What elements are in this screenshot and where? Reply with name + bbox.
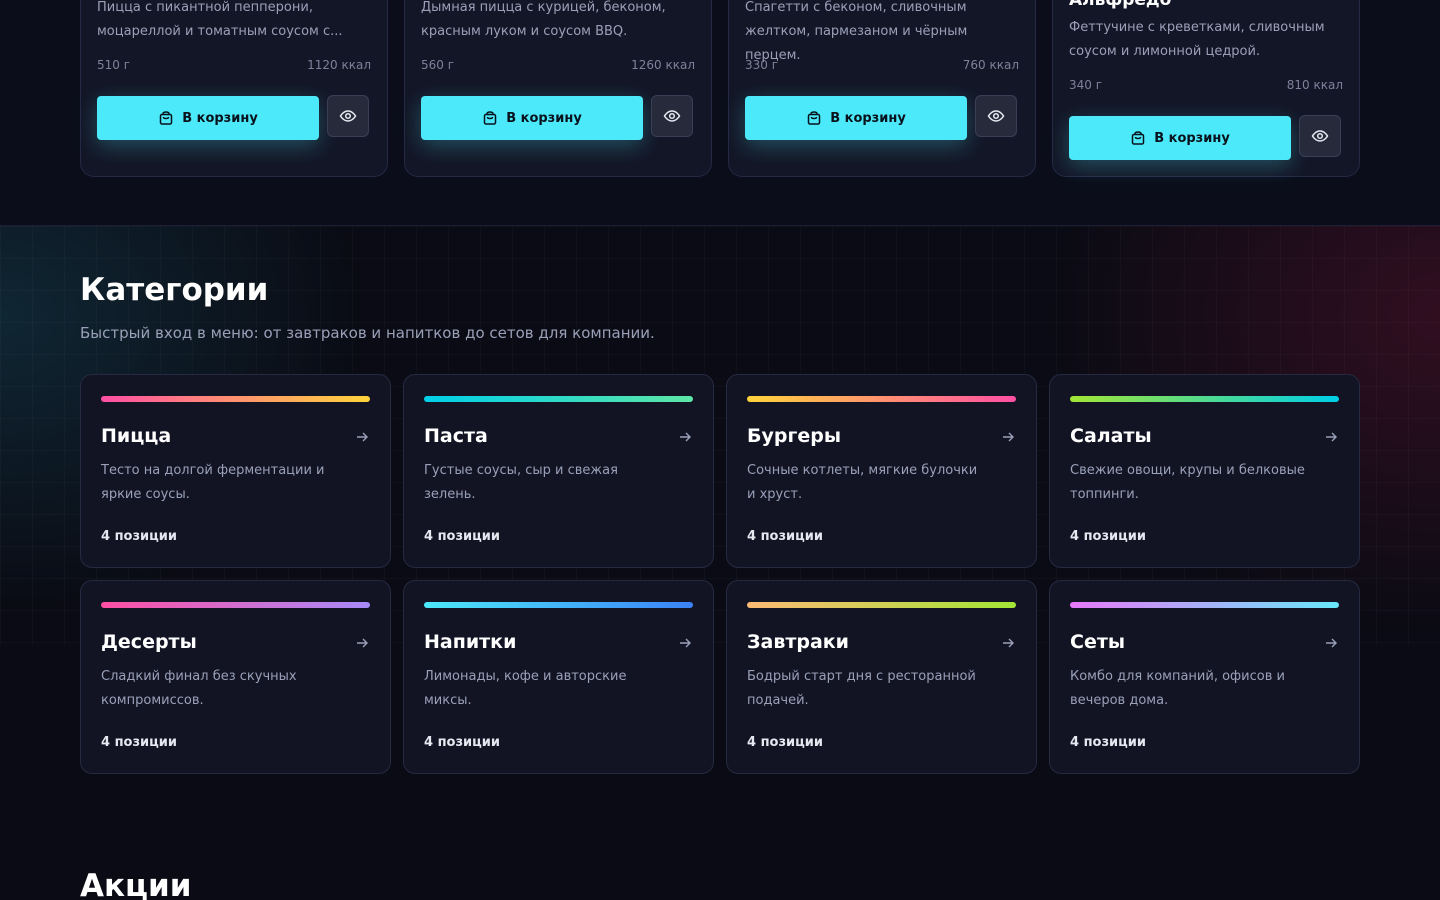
category-name: Бургеры	[747, 425, 842, 447]
product-weight: 510 г	[97, 58, 131, 72]
category-count: 4 позиции	[747, 529, 824, 544]
category-accent-bar	[747, 602, 1016, 608]
arrow-right-icon	[680, 432, 691, 442]
category-description: Густые соусы, сыр и свежая зелень.	[424, 463, 618, 502]
product-description: Дымная пицца с курицей, беконом, красным…	[421, 0, 666, 39]
product-card: Спагетти с беконом, сливочным желтком, п…	[728, 0, 1036, 177]
category-name: Десерты	[101, 631, 197, 653]
add-to-cart-button[interactable]: В корзину	[97, 96, 319, 140]
category-card-pizza[interactable]: Пицца Тесто на долгой ферментации и ярки…	[80, 374, 391, 568]
category-description: Комбо для компаний, офисов и вечеров дом…	[1070, 669, 1285, 708]
product-description: Пицца с пикантной пепперони, моцареллой …	[97, 0, 343, 39]
shopping-bag-icon	[1131, 131, 1145, 145]
category-description: Лимонады, кофе и авторские миксы.	[424, 669, 627, 708]
products-section: Пицца с пикантной пепперони, моцареллой …	[0, 0, 1440, 226]
category-name: Напитки	[424, 631, 517, 653]
category-card-burgers[interactable]: Бургеры Сочные котлеты, мягкие булочки и…	[726, 374, 1037, 568]
eye-icon	[663, 110, 681, 122]
product-weight: 340 г	[1069, 78, 1103, 92]
category-name: Сеты	[1070, 631, 1126, 653]
category-count: 4 позиции	[1070, 735, 1147, 750]
arrow-right-icon	[357, 638, 368, 648]
quick-view-button[interactable]	[327, 95, 369, 137]
product-card: Дымная пицца с курицей, беконом, красным…	[404, 0, 712, 177]
product-meta: 330 г 760 ккал	[745, 58, 1019, 72]
category-name: Завтраки	[747, 631, 849, 653]
quick-view-button[interactable]	[975, 95, 1017, 137]
category-count: 4 позиции	[1070, 529, 1147, 544]
cart-button-label: В корзину	[1154, 130, 1230, 146]
category-accent-bar	[101, 396, 370, 402]
quick-view-button[interactable]	[651, 95, 693, 137]
eye-icon	[339, 110, 357, 122]
add-to-cart-button[interactable]: В корзину	[1069, 116, 1291, 160]
eye-icon	[1311, 130, 1329, 142]
shopping-bag-icon	[807, 111, 821, 125]
arrow-right-icon	[1003, 638, 1014, 648]
category-count: 4 позиции	[424, 735, 501, 750]
product-kcal: 1260 ккал	[631, 58, 695, 72]
cart-button-label: В корзину	[506, 110, 582, 126]
quick-view-button[interactable]	[1299, 115, 1341, 157]
product-meta: 560 г 1260 ккал	[421, 58, 695, 72]
category-description: Бодрый старт дня с ресторанной подачей.	[747, 669, 976, 708]
eye-icon	[987, 110, 1005, 122]
product-meta: 340 г 810 ккал	[1069, 78, 1343, 92]
category-description: Сочные котлеты, мягкие булочки и хруст.	[747, 463, 978, 502]
product-kcal: 760 ккал	[962, 58, 1019, 72]
product-weight: 560 г	[421, 58, 455, 72]
categories-section: Категории Быстрый вход в меню: от завтра…	[0, 226, 1440, 900]
categories-title: Категории	[80, 272, 269, 308]
category-accent-bar	[1070, 396, 1339, 402]
promotions-title: Акции	[80, 868, 192, 900]
product-meta: 510 г 1120 ккал	[97, 58, 371, 72]
arrow-right-icon	[1326, 432, 1337, 442]
category-name: Салаты	[1070, 425, 1152, 447]
category-card-pasta[interactable]: Паста Густые соусы, сыр и свежая зелень.…	[403, 374, 714, 568]
arrow-right-icon	[1003, 432, 1014, 442]
category-accent-bar	[1070, 602, 1339, 608]
category-card-sets[interactable]: Сеты Комбо для компаний, офисов и вечеро…	[1049, 580, 1360, 774]
category-count: 4 позиции	[101, 529, 178, 544]
product-card: Альфредо Феттучине с креветками, сливочн…	[1052, 0, 1360, 177]
product-kcal: 810 ккал	[1286, 78, 1343, 92]
category-card-desserts[interactable]: Десерты Сладкий финал без скучных компро…	[80, 580, 391, 774]
category-accent-bar	[424, 396, 693, 402]
category-card-salads[interactable]: Салаты Свежие овощи, крупы и белковые то…	[1049, 374, 1360, 568]
category-accent-bar	[424, 602, 693, 608]
add-to-cart-button[interactable]: В корзину	[745, 96, 967, 140]
product-weight: 330 г	[745, 58, 779, 72]
cart-button-label: В корзину	[182, 110, 258, 126]
category-description: Сладкий финал без скучных компромиссов.	[101, 669, 297, 708]
product-description: Феттучине с креветками, сливочным соусом…	[1069, 20, 1325, 59]
category-card-breakfasts[interactable]: Завтраки Бодрый старт дня с ресторанной …	[726, 580, 1037, 774]
category-count: 4 позиции	[101, 735, 178, 750]
arrow-right-icon	[680, 638, 691, 648]
category-count: 4 позиции	[424, 529, 501, 544]
add-to-cart-button[interactable]: В корзину	[421, 96, 643, 140]
categories-subtitle: Быстрый вход в меню: от завтраков и напи…	[80, 324, 655, 342]
category-name: Пицца	[101, 425, 172, 447]
category-accent-bar	[101, 602, 370, 608]
product-kcal: 1120 ккал	[307, 58, 371, 72]
product-card: Пицца с пикантной пепперони, моцареллой …	[80, 0, 388, 177]
category-card-drinks[interactable]: Напитки Лимонады, кофе и авторские миксы…	[403, 580, 714, 774]
arrow-right-icon	[1326, 638, 1337, 648]
shopping-bag-icon	[483, 111, 497, 125]
category-description: Свежие овощи, крупы и белковые топпинги.	[1070, 463, 1305, 502]
category-accent-bar	[747, 396, 1016, 402]
category-name: Паста	[424, 425, 488, 447]
category-description: Тесто на долгой ферментации и яркие соус…	[101, 463, 325, 502]
cart-button-label: В корзину	[830, 110, 906, 126]
category-count: 4 позиции	[747, 735, 824, 750]
product-title: Альфредо	[1069, 0, 1172, 10]
shopping-bag-icon	[159, 111, 173, 125]
arrow-right-icon	[357, 432, 368, 442]
